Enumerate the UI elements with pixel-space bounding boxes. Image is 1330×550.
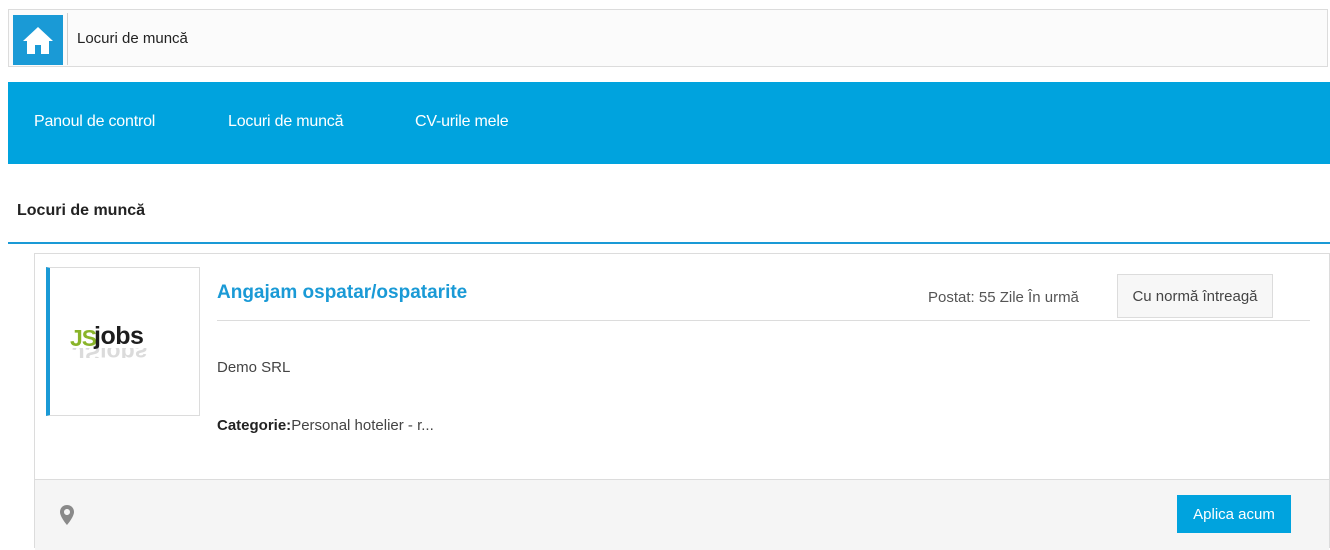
home-button[interactable] (13, 15, 63, 65)
nav-item-jobs[interactable]: Locuri de muncă (228, 113, 343, 131)
job-type-badge: Cu normă întreagă (1117, 274, 1273, 318)
apply-now-button[interactable]: Aplica acum (1177, 495, 1291, 533)
job-title-link[interactable]: Angajam ospatar/ospatarite (217, 282, 467, 304)
breadcrumb-divider (67, 13, 68, 65)
company-name: Demo SRL (217, 359, 291, 376)
logo-reflection: JSjobs (72, 348, 182, 358)
breadcrumb: Locuri de muncă (8, 9, 1328, 67)
job-card-footer: Aplica acum (35, 479, 1329, 550)
page-title: Locuri de muncă (17, 202, 146, 219)
main-navbar: Panoul de control Locuri de muncă CV-uri… (8, 82, 1330, 164)
company-logo[interactable]: JS jobs JSjobs (46, 267, 200, 416)
job-card: JS jobs JSjobs Angajam ospatar/ospatarit… (34, 253, 1330, 550)
nav-item-my-cvs[interactable]: CV-urile mele (415, 113, 509, 131)
home-icon (23, 27, 53, 54)
title-divider (8, 242, 1330, 244)
category-value: Personal hotelier - r... (291, 417, 434, 434)
job-category: Categorie:Personal hotelier - r... (217, 417, 434, 434)
job-title-divider (217, 320, 1310, 321)
logo-jobs-text: jobs (94, 322, 144, 350)
map-pin-icon (60, 505, 74, 525)
category-label: Categorie: (217, 417, 292, 434)
nav-item-dashboard[interactable]: Panoul de control (34, 113, 155, 131)
posted-date: Postat: 55 Zile În urmă (928, 289, 1079, 306)
breadcrumb-current: Locuri de muncă (77, 30, 188, 47)
